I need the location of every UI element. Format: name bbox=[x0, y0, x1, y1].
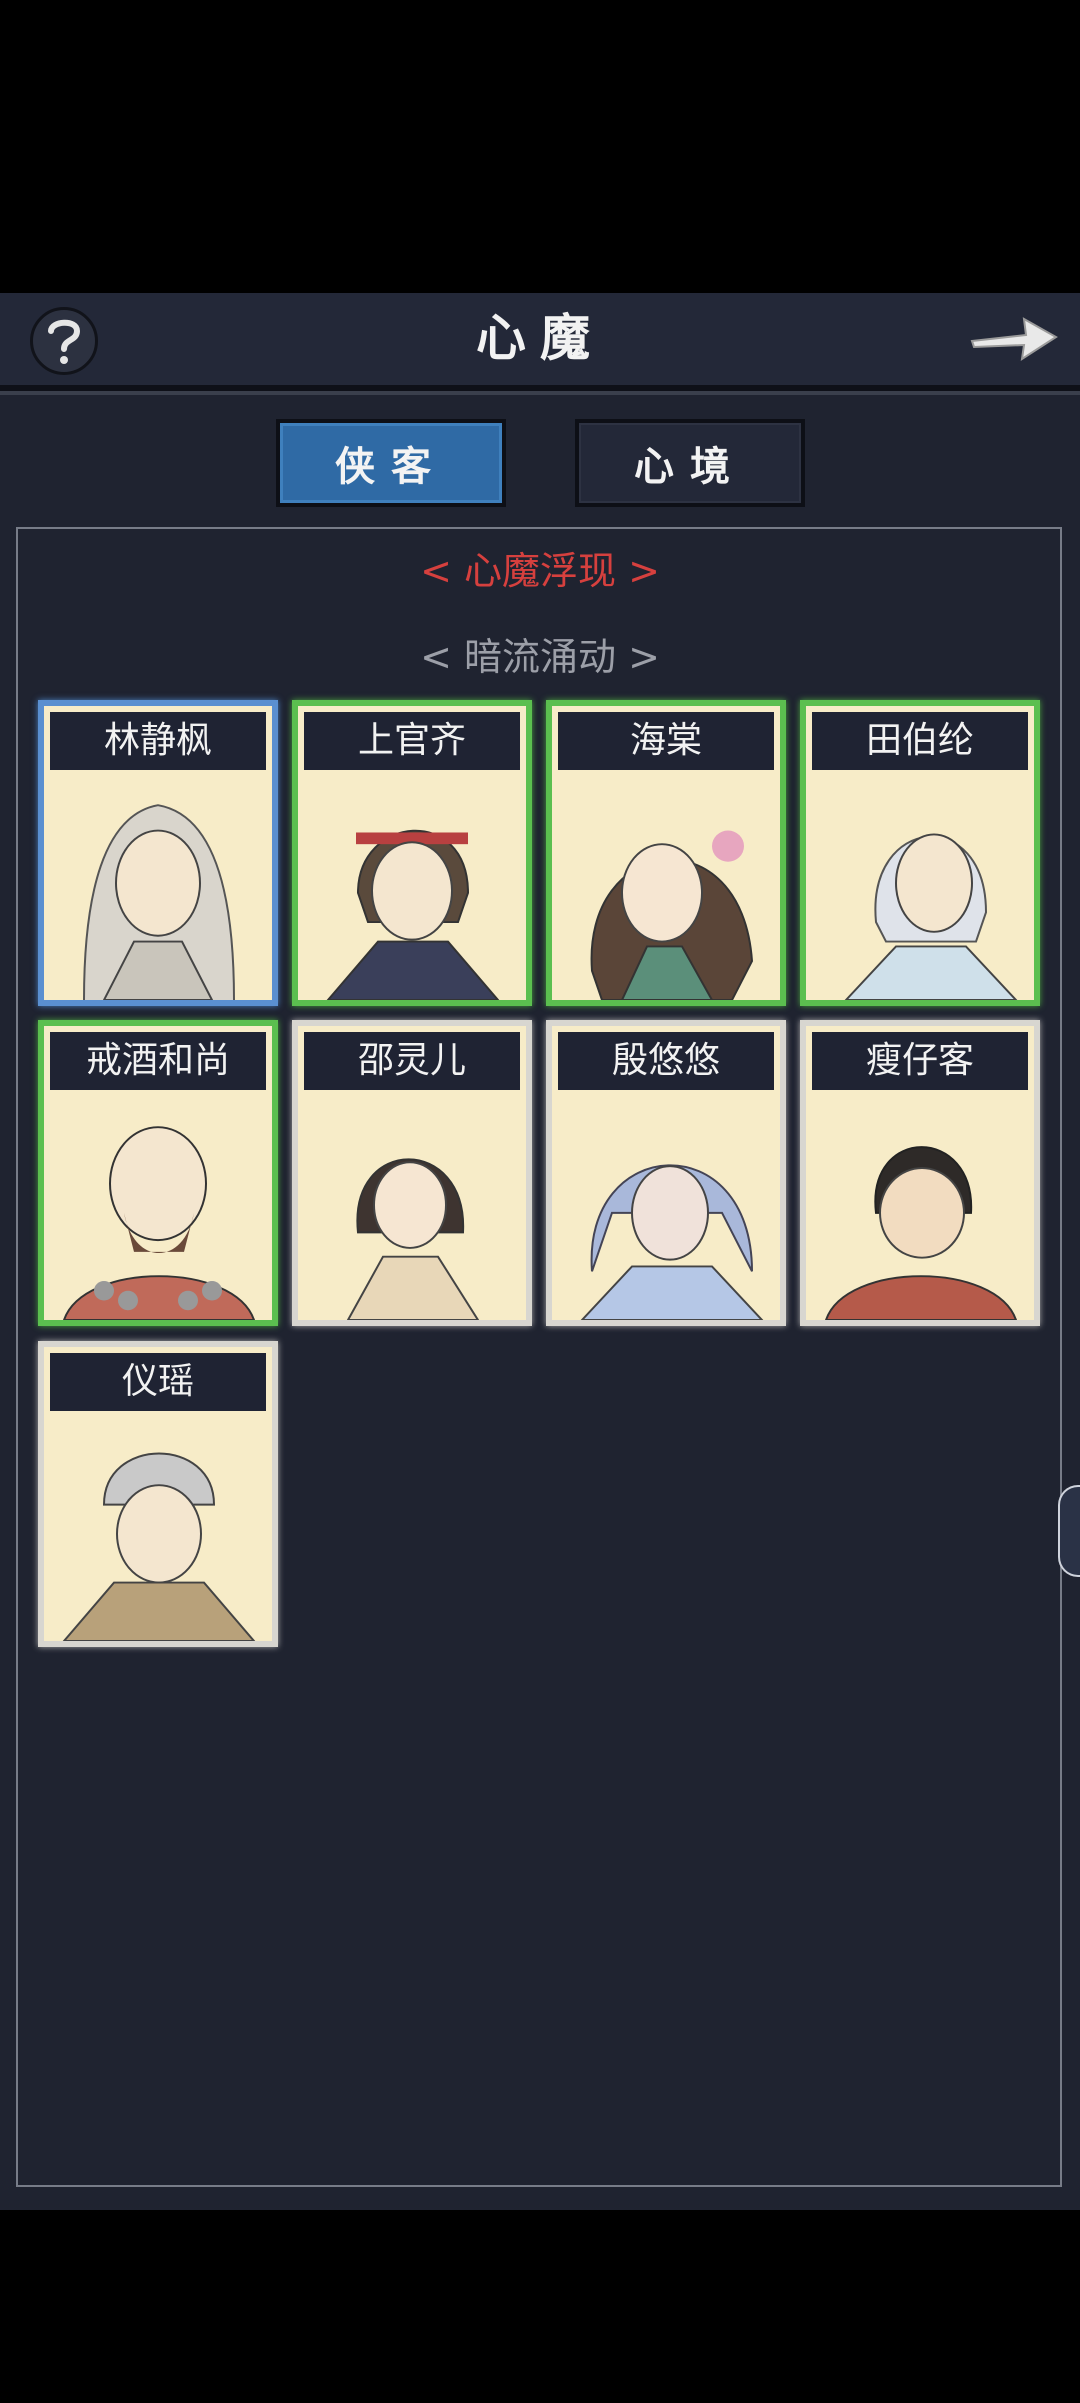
character-portrait bbox=[806, 776, 1034, 1000]
character-card[interactable]: 田伯纶 bbox=[800, 700, 1040, 1006]
character-name: 戒酒和尚 bbox=[50, 1032, 266, 1090]
section-title-undercurrent: < 暗流涌动 > bbox=[420, 635, 660, 679]
character-portrait bbox=[44, 1417, 272, 1641]
character-portrait bbox=[44, 776, 272, 1000]
character-name: 上官齐 bbox=[304, 712, 520, 770]
character-card[interactable]: 林静枫 bbox=[38, 700, 278, 1006]
character-name: 邵灵儿 bbox=[304, 1032, 520, 1090]
character-name: 海棠 bbox=[558, 712, 774, 770]
side-drawer-handle[interactable] bbox=[1058, 1485, 1080, 1577]
character-portrait bbox=[298, 1096, 526, 1320]
character-portrait bbox=[552, 1096, 780, 1320]
character-card[interactable]: 瘦仔客 bbox=[800, 1020, 1040, 1326]
character-name: 林静枫 bbox=[50, 712, 266, 770]
character-portrait bbox=[298, 776, 526, 1000]
tab-mindset[interactable]: 心境 bbox=[575, 419, 805, 507]
character-name: 殷悠悠 bbox=[558, 1032, 774, 1090]
section-title-emerging: < 心魔浮现 > bbox=[420, 549, 660, 593]
forward-arrow-icon[interactable] bbox=[966, 305, 1062, 369]
header-bar: 心魔 bbox=[0, 293, 1080, 391]
character-card[interactable]: 殷悠悠 bbox=[546, 1020, 786, 1326]
character-name: 田伯纶 bbox=[812, 712, 1028, 770]
character-name: 仪瑶 bbox=[50, 1353, 266, 1411]
character-portrait bbox=[806, 1096, 1034, 1320]
tab-heroes[interactable]: 侠客 bbox=[276, 419, 506, 507]
tab-bar: 侠客 心境 bbox=[0, 419, 1080, 507]
page-title: 心魔 bbox=[476, 308, 604, 367]
status-bar-area bbox=[0, 0, 1080, 293]
character-card[interactable]: 邵灵儿 bbox=[292, 1020, 532, 1326]
character-card[interactable]: 海棠 bbox=[546, 700, 786, 1006]
character-card[interactable]: 仪瑶 bbox=[38, 1341, 278, 1647]
character-name: 瘦仔客 bbox=[812, 1032, 1028, 1090]
character-card[interactable]: 戒酒和尚 bbox=[38, 1020, 278, 1326]
navigation-bar-area bbox=[0, 2210, 1080, 2403]
character-portrait bbox=[552, 776, 780, 1000]
character-card[interactable]: 上官齐 bbox=[292, 700, 532, 1006]
character-portrait bbox=[44, 1096, 272, 1320]
inner-demon-screen: 心魔 侠客 心境 < 心魔浮现 > < 暗流涌动 > 林静枫 上官齐 海棠 田伯… bbox=[0, 293, 1080, 2210]
